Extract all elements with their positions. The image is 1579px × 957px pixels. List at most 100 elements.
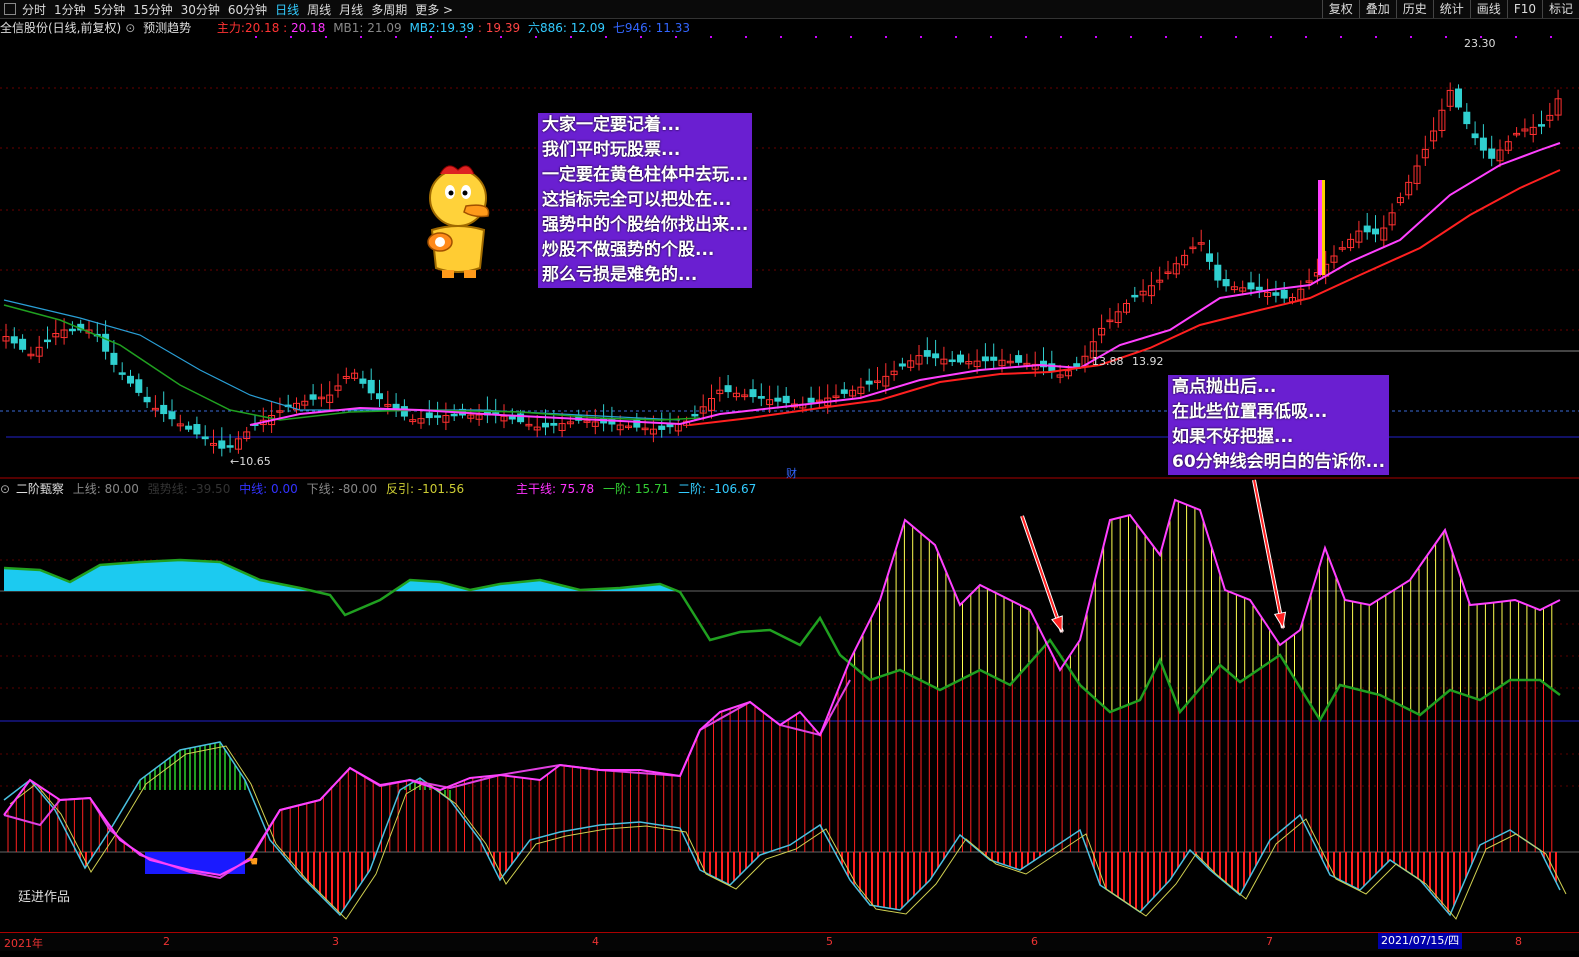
candle-body-83 — [691, 413, 699, 417]
candle-body-93 — [774, 397, 782, 402]
candle-body-65 — [542, 422, 549, 428]
dot-745 — [745, 36, 747, 38]
rightCallout-line-3: 60分钟线会明白的告诉你... — [1172, 452, 1386, 472]
candle-body-97 — [807, 397, 815, 403]
hand-cursor-icon: ☚ — [246, 854, 259, 870]
leftCallout-line-5: 炒股不做强势的个股... — [542, 240, 715, 260]
leftCallout-line-4: 强势中的个股给你找出来... — [542, 215, 749, 235]
candle-body-2 — [19, 338, 27, 350]
indicator-strong: 强势线: -39.50 — [147, 482, 231, 496]
dot-1235 — [1235, 36, 1237, 38]
cai-marker[interactable]: 财 — [786, 465, 797, 481]
date-label-4: 5 — [826, 935, 833, 948]
candle-body-15 — [127, 375, 134, 384]
indicator-collapse-icon[interactable]: ⊙ — [0, 482, 10, 496]
dot-1270 — [1270, 36, 1272, 38]
indicator-main: 主干线: 75.78 — [515, 482, 595, 496]
date-label-7: 8 — [1515, 935, 1522, 948]
dot-1515 — [1515, 36, 1517, 38]
dot-1375 — [1375, 36, 1377, 38]
candle-body-101 — [840, 389, 848, 394]
candle-body-61 — [508, 416, 516, 420]
ma-red-line — [689, 169, 1561, 426]
candle-body-136 — [1131, 294, 1139, 298]
dot-955 — [955, 36, 957, 38]
leftCallout-line-2: 一定要在黄色柱体中去玩... — [542, 165, 749, 185]
indicator-up: 上线: 80.00 — [72, 482, 139, 496]
rightCallout-line-0: 高点抛出后... — [1172, 377, 1277, 397]
dot-1445 — [1445, 36, 1447, 38]
candle-body-1 — [10, 336, 18, 344]
dot-885 — [885, 36, 887, 38]
candle-body-94 — [782, 395, 790, 404]
candle-body-115 — [957, 354, 964, 363]
candle-body-104 — [865, 380, 873, 385]
dot-815 — [815, 36, 817, 38]
high-price-label: 23.30 — [1464, 37, 1496, 50]
date-axis: 2021/07/15/四 2021年 2 3 4 5 6 7 8 — [0, 932, 1579, 951]
dot-1410 — [1410, 36, 1412, 38]
ma-green-line — [3, 304, 701, 421]
arrow-1-head — [1051, 615, 1063, 634]
indicator-name[interactable]: 二阶甄察 — [16, 482, 64, 496]
candle-body-8 — [68, 328, 76, 332]
candle-body-52 — [434, 415, 442, 418]
indicator-s1: 一阶: 15.71 — [603, 482, 670, 496]
dot-360 — [360, 36, 362, 38]
arrow-2-head — [1273, 611, 1287, 630]
right-callout: 高点抛出后... 在此些位置再低吸... 如果不好把握... 60分钟线会明白的告诉你… — [1168, 375, 1390, 475]
dot-465 — [465, 36, 467, 38]
mid-price-label-1: 13.88 — [1092, 355, 1124, 368]
candle-body-119 — [990, 356, 998, 361]
candle-body-24 — [201, 436, 209, 440]
dot-920 — [920, 36, 922, 38]
candle-body-37 — [309, 394, 317, 400]
candle-body-79 — [658, 425, 666, 430]
candle-body-175 — [1455, 88, 1462, 108]
candle-body-153 — [1272, 292, 1280, 296]
candle-body-45 — [376, 393, 383, 400]
candle-body-185 — [1538, 124, 1545, 127]
dot-1060 — [1060, 36, 1062, 38]
candle-body-165 — [1372, 228, 1379, 235]
date-label-6: 7 — [1266, 935, 1273, 948]
low-price-label: ←10.65 — [230, 455, 271, 468]
dot-1305 — [1305, 36, 1307, 38]
dot-780 — [780, 36, 782, 38]
indicator-info-bar: ⊙ 二阶甄察 上线: 80.00 强势线: -39.50 中线: 0.00 下线… — [0, 480, 761, 498]
dot-990 — [990, 36, 992, 38]
dot-1130 — [1130, 36, 1132, 38]
dot-1095 — [1095, 36, 1097, 38]
candle-body-122 — [1015, 355, 1023, 363]
duck-mascot-icon — [427, 165, 490, 278]
dot-605 — [605, 36, 607, 38]
selected-date: 2021/07/15/四 — [1378, 933, 1463, 949]
candle-body-80 — [666, 423, 674, 428]
candle-body-44 — [367, 379, 375, 394]
candle-body-13 — [110, 352, 118, 365]
dot-430 — [430, 36, 432, 38]
dot-570 — [570, 36, 572, 38]
candle-body-176 — [1463, 111, 1471, 125]
candle-body-54 — [450, 413, 458, 417]
candle-body-111 — [923, 350, 931, 357]
date-label-2: 3 — [332, 935, 339, 948]
dot-535 — [535, 36, 537, 38]
candle-body-146 — [1214, 264, 1222, 281]
candle-body-164 — [1363, 225, 1371, 233]
date-label-1: 2 — [163, 935, 170, 948]
candle-body-90 — [749, 389, 757, 398]
highlight-candle-2 — [1322, 180, 1325, 275]
dot-325 — [325, 36, 327, 38]
candle-body-23 — [193, 424, 201, 435]
dot-675 — [675, 36, 677, 38]
candle-body-154 — [1280, 289, 1288, 299]
candle-body-129 — [1073, 363, 1081, 368]
candle-body-112 — [932, 353, 940, 359]
leftCallout-line-1: 我们平时玩股票... — [542, 140, 681, 160]
dot-1200 — [1200, 36, 1202, 38]
candle-body-17 — [143, 396, 151, 403]
candle-body-177 — [1471, 133, 1479, 139]
dot-850 — [850, 36, 852, 38]
candle-body-179 — [1488, 148, 1496, 159]
